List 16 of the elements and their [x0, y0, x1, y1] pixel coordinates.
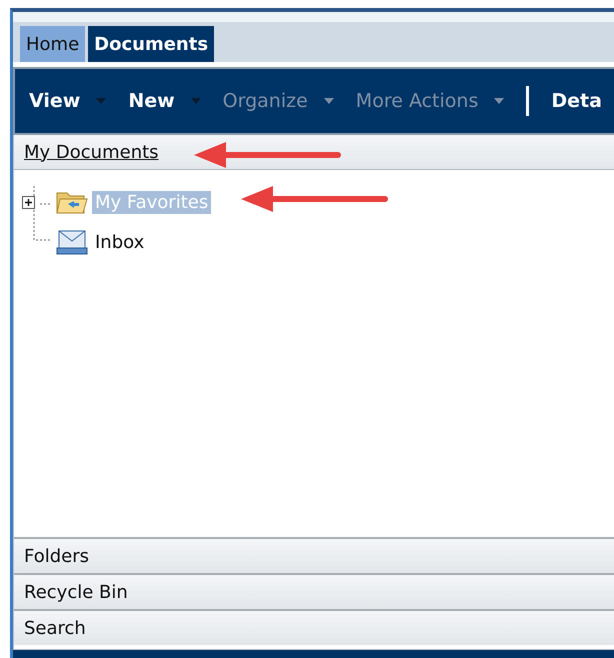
- expand-icon[interactable]: [22, 196, 35, 208]
- envelope-icon: [56, 229, 88, 255]
- accordion-section[interactable]: Search: [14, 609, 614, 645]
- tab[interactable]: Documents: [88, 26, 214, 62]
- menu-button[interactable]: New: [128, 90, 201, 112]
- menu-button[interactable]: View: [29, 90, 106, 112]
- tab[interactable]: Home: [20, 26, 86, 62]
- accordion-section[interactable]: Recycle Bin: [14, 573, 614, 609]
- tree-item[interactable]: Inbox: [92, 230, 148, 254]
- caret-icon: [190, 98, 201, 104]
- caret-icon: [324, 98, 334, 104]
- caret-icon: [494, 98, 504, 104]
- accordion-section[interactable]: Folders: [14, 537, 614, 573]
- panel-header[interactable]: My Documents: [14, 135, 614, 170]
- toolbar-button[interactable]: Deta: [551, 90, 602, 112]
- caret-icon: [96, 98, 106, 104]
